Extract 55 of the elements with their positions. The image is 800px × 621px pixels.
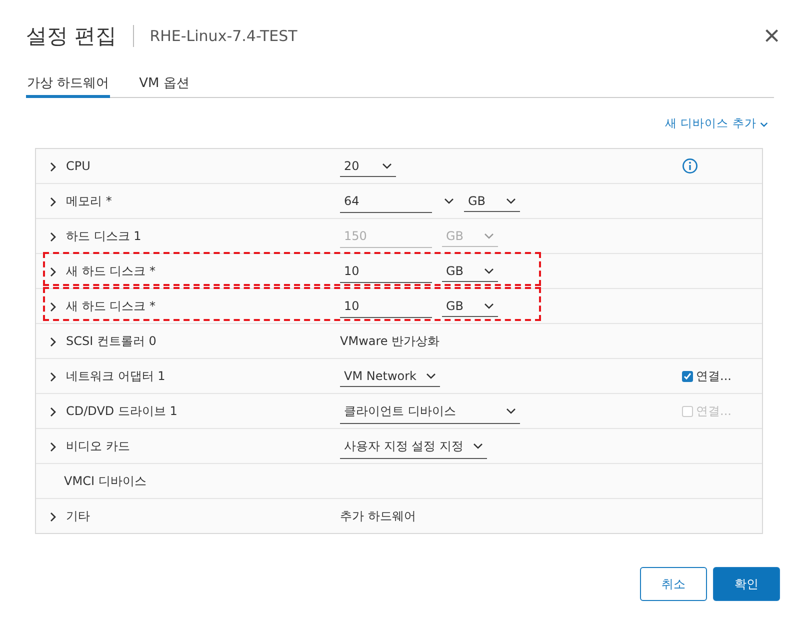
value-text: 추가 하드웨어 <box>340 508 416 524</box>
vm-name: RHE-Linux-7.4-TEST <box>150 27 298 45</box>
device-label: 새 하드 디스크 * <box>66 262 156 280</box>
chevron-icon[interactable] <box>49 372 57 382</box>
connect-label: 연결... <box>696 368 732 384</box>
caret-icon <box>484 233 494 239</box>
caret-icon <box>484 268 494 274</box>
input-field[interactable]: 10 <box>340 294 432 318</box>
device-label: VMCI 디바이스 <box>64 472 148 490</box>
caret-icon <box>506 198 516 204</box>
device-label: 기타 <box>66 508 91 524</box>
dropdown[interactable]: GB <box>442 295 498 317</box>
caret-icon <box>473 443 484 449</box>
caret-icon <box>760 122 768 127</box>
caret-icon <box>382 163 392 169</box>
chevron-icon[interactable] <box>49 196 57 206</box>
device-label: SCSI 컨트롤러 0 <box>66 332 158 350</box>
device-label: 메모리 * <box>66 192 113 210</box>
connect-label: 연결... <box>696 402 732 420</box>
device-label: 새 하드 디스크 * <box>66 298 156 314</box>
dropdown[interactable]: 사용자 지정 설정 지정 <box>340 434 488 458</box>
chevron-icon[interactable] <box>49 162 57 172</box>
device-label: 비디오 카드 <box>66 438 131 454</box>
info-icon[interactable] <box>682 158 698 174</box>
cancel-button[interactable]: 취소 <box>640 567 707 601</box>
caret-icon <box>484 303 494 309</box>
chevron-icon[interactable] <box>49 232 57 242</box>
chevron-icon[interactable] <box>49 302 57 312</box>
chevron-icon[interactable] <box>49 336 57 346</box>
input-field[interactable]: 10 <box>340 260 432 282</box>
confirm-button[interactable]: 확인 <box>713 567 780 601</box>
dropdown[interactable]: VM Network <box>340 365 440 387</box>
dropdown[interactable]: 20 <box>340 155 396 177</box>
device-label: 네트워크 어댑터 1 <box>66 368 166 384</box>
dropdown[interactable]: GB <box>442 260 498 282</box>
chevron-icon[interactable] <box>49 266 57 276</box>
caret-icon <box>506 408 516 414</box>
chevron-icon[interactable] <box>49 512 57 522</box>
checkbox[interactable] <box>682 370 693 382</box>
close-button[interactable]: × <box>764 22 780 50</box>
dialog-title: 설정 편집 <box>26 23 117 50</box>
tab[interactable]: 가상 하드웨어 <box>26 70 110 98</box>
add-device-link[interactable]: 새 디바이스 추가 <box>665 116 768 140</box>
caret-icon <box>426 373 436 379</box>
device-label: CPU <box>66 159 92 173</box>
tab[interactable]: VM 옵션 <box>138 70 190 98</box>
caret-icon <box>444 198 454 204</box>
chevron-icon[interactable] <box>49 406 57 416</box>
input-field[interactable]: 64 <box>340 190 432 212</box>
device-label: 하드 디스크 1 <box>66 228 142 244</box>
device-label: CD/DVD 드라이브 1 <box>66 402 178 420</box>
value-text: VMware 반가상화 <box>340 332 440 350</box>
dropdown[interactable]: 클라이언트 디바이스 <box>340 398 520 424</box>
chevron-icon[interactable] <box>49 442 57 452</box>
dropdown[interactable]: GB <box>464 190 520 212</box>
